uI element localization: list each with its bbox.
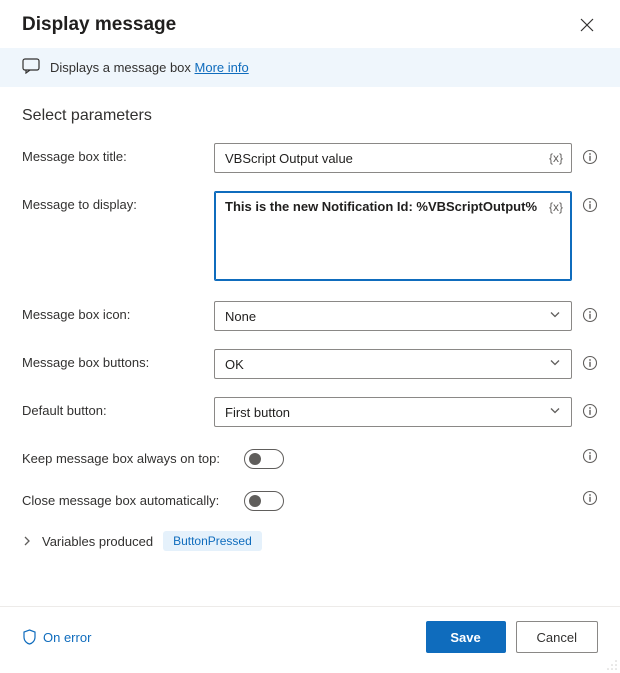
resize-grip-icon[interactable] xyxy=(606,659,618,671)
info-icon[interactable] xyxy=(582,403,598,422)
label-icon: Message box icon: xyxy=(22,301,202,322)
always-on-top-toggle[interactable] xyxy=(244,449,284,469)
label-title: Message box title: xyxy=(22,143,202,164)
row-buttons: Message box buttons: OK xyxy=(22,349,598,379)
title-input[interactable]: VBScript Output value {x} xyxy=(214,143,572,173)
on-error-link[interactable]: On error xyxy=(22,629,91,645)
expand-variables-button[interactable] xyxy=(22,534,32,549)
row-auto-close: Close message box automatically: xyxy=(22,487,598,511)
auto-close-toggle[interactable] xyxy=(244,491,284,511)
dialog-title: Display message xyxy=(22,14,176,36)
info-icon[interactable] xyxy=(582,490,598,509)
default-button-select[interactable]: First button xyxy=(214,397,572,427)
label-auto-close: Close message box automatically: xyxy=(22,487,232,508)
message-input[interactable]: This is the new Notification Id: %VBScri… xyxy=(214,191,572,281)
row-always-on-top: Keep message box always on top: xyxy=(22,445,598,469)
info-icon[interactable] xyxy=(582,448,598,467)
variables-produced-row: Variables produced ButtonPressed xyxy=(22,531,598,551)
chevron-down-icon xyxy=(549,405,561,420)
label-message: Message to display: xyxy=(22,191,202,212)
info-icon[interactable] xyxy=(582,355,598,374)
info-icon[interactable] xyxy=(582,149,598,168)
info-text: Displays a message box More info xyxy=(50,60,249,75)
row-message: Message to display: This is the new Noti… xyxy=(22,191,598,281)
more-info-link[interactable]: More info xyxy=(195,60,249,75)
row-icon: Message box icon: None xyxy=(22,301,598,331)
save-button[interactable]: Save xyxy=(426,621,506,653)
row-title: Message box title: VBScript Output value… xyxy=(22,143,598,173)
insert-variable-button[interactable]: {x} xyxy=(549,200,563,214)
dialog-header: Display message xyxy=(0,0,620,48)
chevron-down-icon xyxy=(549,309,561,324)
shield-icon xyxy=(22,629,37,645)
label-buttons: Message box buttons: xyxy=(22,349,202,370)
section-title: Select parameters xyxy=(22,107,598,125)
dialog-content: Select parameters Message box title: VBS… xyxy=(0,87,620,606)
insert-variable-button[interactable]: {x} xyxy=(549,151,563,165)
row-default-button: Default button: First button xyxy=(22,397,598,427)
close-icon xyxy=(580,18,594,32)
info-icon[interactable] xyxy=(582,307,598,326)
label-always-on-top: Keep message box always on top: xyxy=(22,445,232,466)
label-default-button: Default button: xyxy=(22,397,202,418)
variable-chip[interactable]: ButtonPressed xyxy=(163,531,262,551)
info-icon[interactable] xyxy=(582,197,598,216)
chevron-down-icon xyxy=(549,357,561,372)
close-button[interactable] xyxy=(576,14,598,36)
buttons-select[interactable]: OK xyxy=(214,349,572,379)
icon-select[interactable]: None xyxy=(214,301,572,331)
cancel-button[interactable]: Cancel xyxy=(516,621,598,653)
display-message-dialog: Display message Displays a message box M… xyxy=(0,0,620,673)
info-bar: Displays a message box More info xyxy=(0,48,620,87)
variables-label: Variables produced xyxy=(42,534,153,549)
dialog-footer: On error Save Cancel xyxy=(0,606,620,673)
message-box-icon xyxy=(22,58,40,77)
